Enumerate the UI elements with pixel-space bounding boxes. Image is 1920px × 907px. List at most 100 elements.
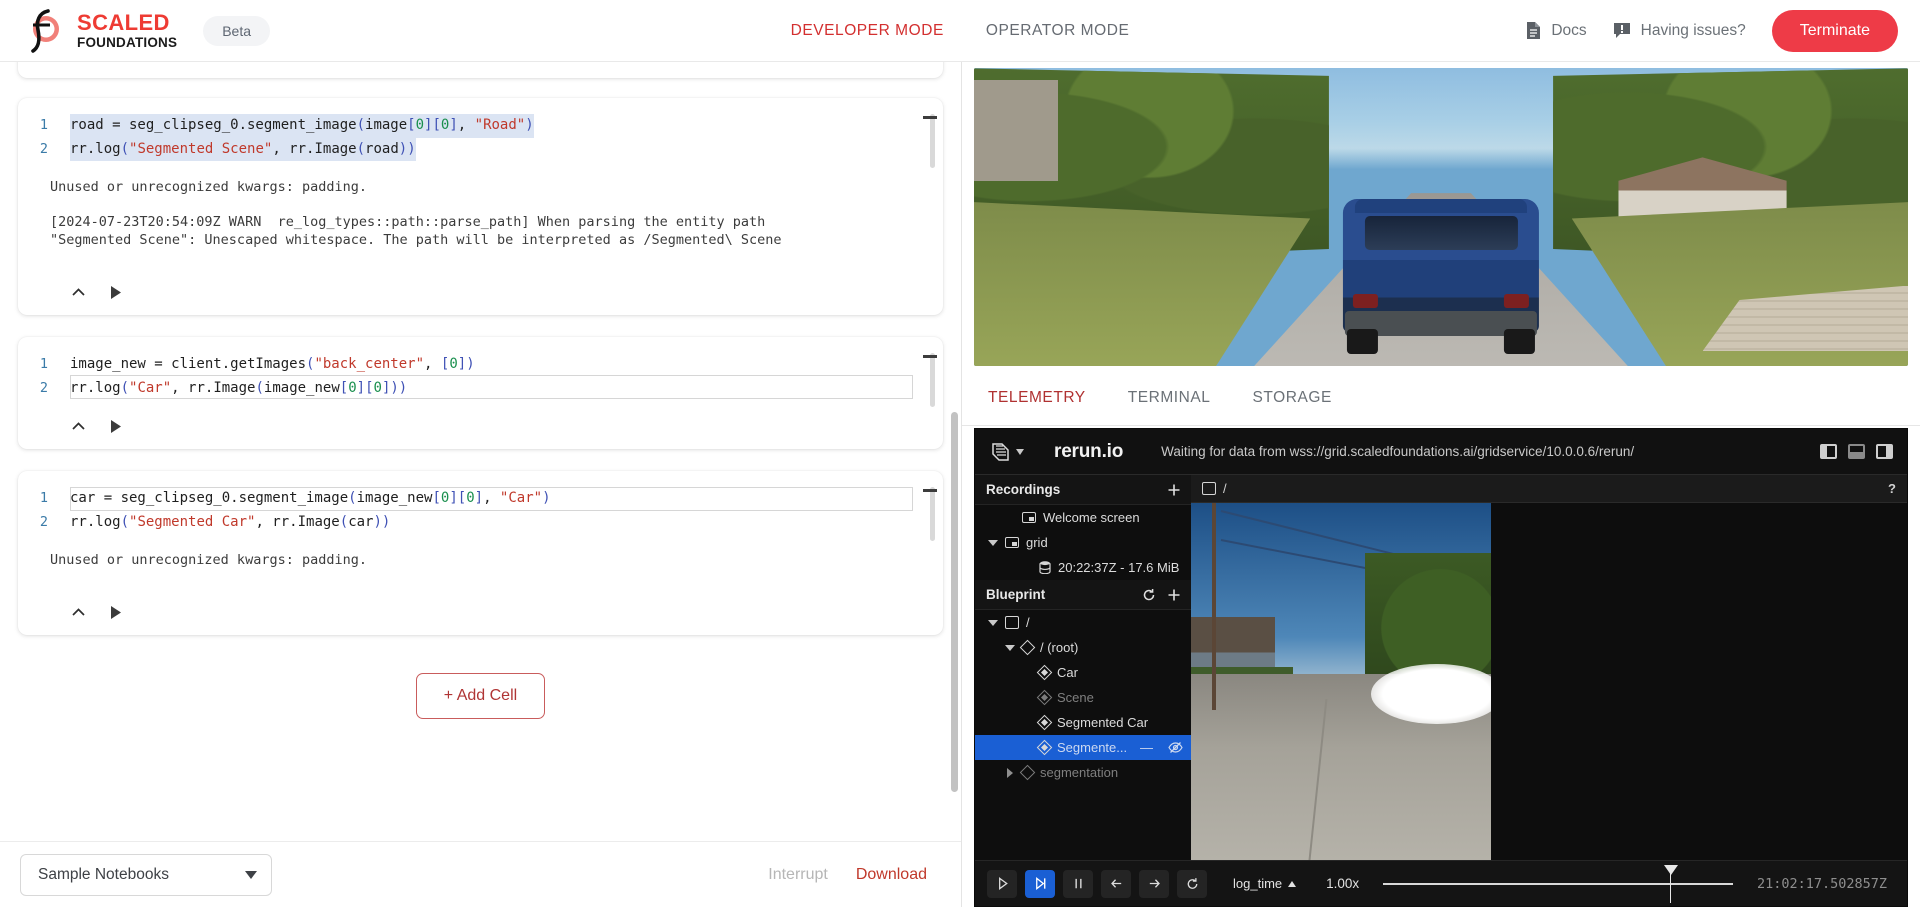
collapse-cell-icon[interactable] — [70, 284, 87, 301]
cell-scrollbar[interactable] — [930, 114, 935, 168]
eye-off-icon[interactable] — [1168, 741, 1183, 754]
tree-item[interactable]: segmentation — [975, 760, 1191, 785]
line-number: 2 — [39, 513, 48, 530]
having-issues-link[interactable]: Having issues? — [1613, 22, 1746, 40]
main-content: 1 road = seg_clipseg_0.segment_image(imag… — [0, 62, 1920, 907]
expand-collapse-icon[interactable] — [1004, 644, 1015, 651]
expand-collapse-icon[interactable] — [987, 619, 998, 626]
add-cell-button[interactable]: + Add Cell — [415, 673, 546, 719]
notebook-cell[interactable]: 1 car = seg_clipseg_0.segment_image(image… — [18, 471, 943, 635]
cell-code-editor[interactable]: 1 car = seg_clipseg_0.segment_image(image… — [18, 487, 943, 541]
rerun-viewport: / ? — [1191, 475, 1907, 860]
rerun-layout-toggles — [1820, 444, 1893, 459]
notebook-scroll-area[interactable]: 1 road = seg_clipseg_0.segment_image(imag… — [0, 62, 961, 841]
tab-developer-mode[interactable]: DEVELOPER MODE — [791, 22, 944, 40]
beta-badge: Beta — [203, 15, 271, 46]
output-spacer — [18, 249, 943, 266]
play-button[interactable] — [987, 869, 1017, 898]
terminate-button[interactable]: Terminate — [1771, 9, 1898, 52]
tab-storage[interactable]: STORAGE — [1252, 389, 1331, 407]
cell-code-editor[interactable]: 1 road = seg_clipseg_0.segment_image(imag… — [18, 114, 943, 168]
blueprint-icon — [1005, 616, 1019, 629]
rerun-body: Recordings Welcome screen grid 20:22:37Z -… — [975, 475, 1907, 860]
output-spacer — [18, 196, 943, 213]
tab-telemetry[interactable]: TELEMETRY — [988, 389, 1086, 407]
tree-item[interactable]: 20:22:37Z - 17.6 MiB — [975, 555, 1191, 580]
panel-right-icon[interactable] — [1876, 444, 1893, 459]
tree-item[interactable]: / — [975, 610, 1191, 635]
tab-operator-mode[interactable]: OPERATOR MODE — [986, 22, 1130, 40]
tree-item-label: 20:22:37Z - 17.6 MiB — [1058, 560, 1180, 575]
tree-item[interactable]: Welcome screen — [975, 505, 1191, 530]
help-icon[interactable]: ? — [1888, 481, 1896, 496]
notebook-cell-partial[interactable] — [18, 62, 943, 78]
blueprint-title: Blueprint — [986, 587, 1046, 602]
ego-vehicle — [1342, 199, 1540, 355]
line-number: 1 — [39, 356, 48, 372]
mode-switcher: DEVELOPER MODE OPERATOR MODE — [791, 22, 1130, 40]
cell-actions — [18, 586, 943, 635]
docs-label: Docs — [1551, 21, 1587, 39]
run-cell-icon[interactable] — [107, 604, 124, 621]
tree-item[interactable]: Scene — [975, 685, 1191, 710]
loop-button[interactable] — [1177, 869, 1207, 898]
add-blueprint-icon[interactable] — [1167, 588, 1181, 602]
notebook-cell[interactable]: 1 road = seg_clipseg_0.segment_image(imag… — [18, 98, 943, 315]
docs-link[interactable]: Docs — [1526, 21, 1587, 40]
vehicle-wheel-right — [1503, 329, 1536, 355]
utility-pole — [1212, 503, 1216, 711]
collapse-cell-icon[interactable] — [70, 418, 87, 435]
code-line: 1 road = seg_clipseg_0.segment_image(imag… — [18, 114, 919, 138]
run-cell-icon[interactable] — [107, 284, 124, 301]
blueprint-tree: / / (root) Car Scene Segmented Car Segmente..… — [975, 610, 1191, 785]
run-cell-icon[interactable] — [107, 418, 124, 435]
collapse-cell-icon[interactable] — [70, 604, 87, 621]
breadcrumb-path: / — [1223, 481, 1227, 496]
download-button[interactable]: Download — [856, 866, 927, 884]
pause-button[interactable] — [1063, 869, 1093, 898]
code-text: rr.log("Segmented Car", rr.Image(car)) — [70, 513, 391, 530]
timeline-handle[interactable] — [1665, 864, 1676, 903]
line-number: 1 — [39, 490, 48, 506]
tree-item[interactable]: Car — [975, 660, 1191, 685]
tree-item[interactable]: Segmented Car — [975, 710, 1191, 735]
interrupt-button[interactable]: Interrupt — [768, 866, 828, 884]
line-number: 2 — [39, 379, 48, 396]
notebook-scrollbar[interactable] — [951, 412, 958, 792]
tree-item[interactable]: grid — [975, 530, 1191, 555]
expand-collapse-icon[interactable] — [987, 539, 998, 546]
arrow-left-button[interactable] — [1101, 869, 1131, 898]
brand-logo[interactable]: SCALED FOUNDATIONS — [22, 8, 177, 54]
cell-scrollbar[interactable] — [930, 487, 935, 541]
tree-item-label: / — [1026, 615, 1030, 630]
telemetry-tabs: TELEMETRY TERMINAL STORAGE — [962, 370, 1920, 426]
diamond-filled-icon — [1036, 739, 1053, 756]
timeline-slider[interactable] — [1383, 864, 1733, 903]
notebook-cell[interactable]: 1 image_new = client.getImages("back_cent… — [18, 337, 943, 449]
reset-blueprint-icon[interactable] — [1142, 588, 1156, 602]
rerun-menu-button[interactable] — [989, 441, 1024, 463]
segmented-car-image-view[interactable] — [1191, 503, 1491, 860]
notebook-panel: 1 road = seg_clipseg_0.segment_image(imag… — [0, 62, 962, 907]
tab-terminal[interactable]: TERMINAL — [1128, 389, 1211, 407]
recordings-title: Recordings — [986, 482, 1061, 497]
tree-item[interactable]: Segmente... — — [975, 735, 1191, 760]
tree-item[interactable]: / (root) — [975, 635, 1191, 660]
vehicle-roof — [1354, 199, 1528, 214]
panel-bottom-icon[interactable] — [1848, 444, 1865, 459]
timeline-label: log_time — [1233, 876, 1283, 891]
expand-icon[interactable] — [1004, 767, 1015, 778]
arrow-right-button[interactable] — [1139, 869, 1169, 898]
cell-scrollbar[interactable] — [930, 353, 935, 407]
code-line: 2 rr.log("Car", rr.Image(image_new[0][0])… — [18, 377, 919, 401]
playback-rate[interactable]: 1.00x — [1326, 876, 1359, 891]
cell-code-editor[interactable]: 1 image_new = client.getImages("back_cent… — [18, 353, 943, 407]
add-recording-icon[interactable] — [1167, 483, 1181, 497]
panel-left-icon[interactable] — [1820, 444, 1837, 459]
recordings-tree: Welcome screen grid 20:22:37Z - 17.6 MiB — [975, 505, 1191, 580]
step-forward-button[interactable] — [1025, 869, 1055, 898]
timeline-selector[interactable]: log_time — [1233, 876, 1297, 891]
output-spacer — [18, 534, 943, 551]
rerun-connection-status: Waiting for data from wss://grid.scaledf… — [1161, 444, 1635, 459]
sample-notebooks-select[interactable]: Sample Notebooks — [20, 853, 272, 896]
